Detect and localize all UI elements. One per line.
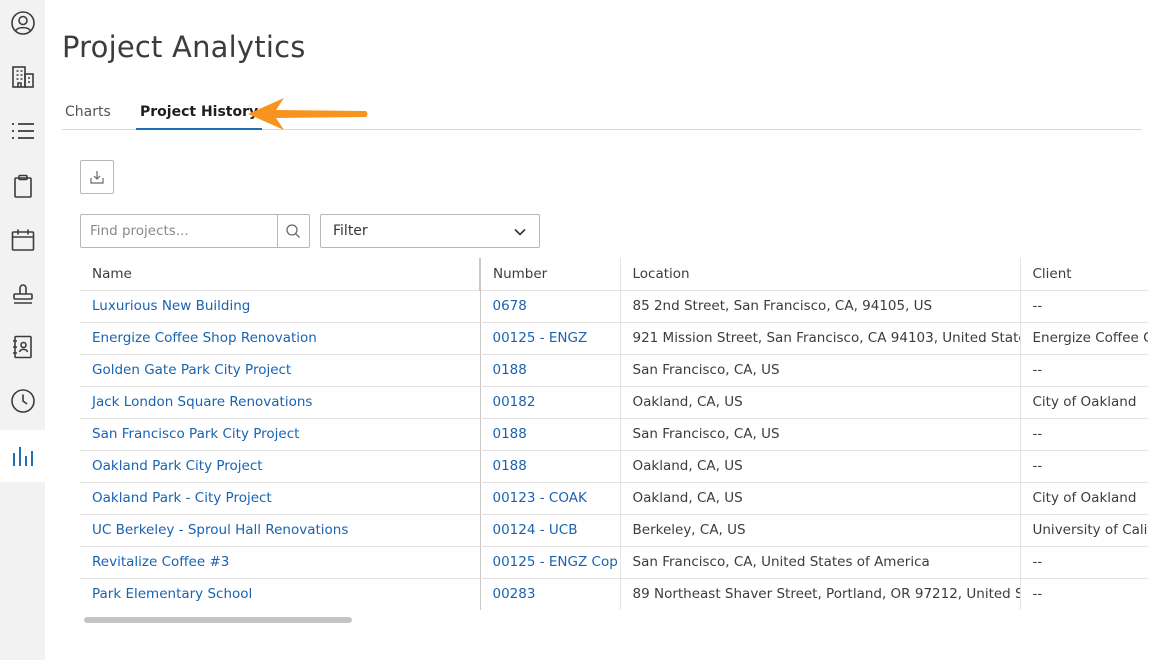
- address-book-icon: [12, 335, 32, 359]
- search-divider: [277, 215, 278, 247]
- horizontal-scrollbar[interactable]: [84, 617, 352, 623]
- project-client: University of Calif: [1020, 514, 1148, 547]
- project-location: 921 Mission Street, San Francisco, CA 94…: [620, 322, 1021, 355]
- project-location: San Francisco, CA, US: [620, 418, 1021, 451]
- list-icon: [11, 123, 34, 139]
- export-icon: [90, 171, 104, 184]
- project-name-link[interactable]: Revitalize Coffee #3: [80, 546, 481, 579]
- project-number-link[interactable]: 00124 - UCB: [480, 514, 621, 547]
- user-circle-icon: [10, 11, 35, 35]
- project-client: --: [1020, 578, 1148, 610]
- project-number-link[interactable]: 00125 - ENGZ: [480, 322, 621, 355]
- tab-bar: Charts Project History: [62, 96, 1142, 130]
- page-title: Project Analytics: [62, 30, 306, 64]
- search-input[interactable]: [81, 215, 277, 247]
- table-row: Jack London Square Renovations 00182 Oak…: [80, 386, 1148, 419]
- project-name-link[interactable]: Energize Coffee Shop Renovation: [80, 322, 481, 355]
- project-number-link[interactable]: 0678: [480, 290, 621, 323]
- project-location: Oakland, CA, US: [620, 482, 1021, 515]
- table-row: Energize Coffee Shop Renovation 00125 - …: [80, 322, 1148, 355]
- tab-project-history[interactable]: Project History: [136, 104, 263, 130]
- table-row: UC Berkeley - Sproul Hall Renovations 00…: [80, 514, 1148, 547]
- project-location: San Francisco, CA, US: [620, 354, 1021, 387]
- search-box: [80, 214, 310, 248]
- table-row: Oakland Park City Project 0188 Oakland, …: [80, 450, 1148, 483]
- stamp-icon: [12, 284, 33, 304]
- project-number-link[interactable]: 0188: [480, 354, 621, 387]
- export-button[interactable]: [80, 160, 114, 194]
- table-row: Luxurious New Building 0678 85 2nd Stree…: [80, 290, 1148, 323]
- sidebar-item-history[interactable]: [0, 375, 45, 427]
- project-number-link[interactable]: 00182: [480, 386, 621, 419]
- project-name-link[interactable]: Park Elementary School: [80, 578, 481, 610]
- search-icon[interactable]: [285, 223, 301, 239]
- project-client: City of Oakland: [1020, 386, 1148, 419]
- clock-icon: [10, 389, 35, 413]
- project-name-link[interactable]: San Francisco Park City Project: [80, 418, 481, 451]
- table-header-row: Name Number Location Client: [80, 258, 1148, 291]
- column-header-location[interactable]: Location: [620, 258, 1021, 291]
- table-row: Park Elementary School 00283 89 Northeas…: [80, 578, 1148, 610]
- project-client: --: [1020, 450, 1148, 483]
- projects-table: Name Number Location Client Luxurious Ne…: [80, 258, 1148, 610]
- project-client: City of Oakland: [1020, 482, 1148, 515]
- project-name-link[interactable]: Oakland Park City Project: [80, 450, 481, 483]
- column-header-client[interactable]: Client: [1020, 258, 1148, 291]
- project-number-link[interactable]: 0188: [480, 418, 621, 451]
- sidebar-item-companies[interactable]: [0, 51, 45, 103]
- table-row: Revitalize Coffee #3 00125 - ENGZ Cop Sa…: [80, 546, 1148, 579]
- calendar-icon: [11, 229, 34, 251]
- project-location: Oakland, CA, US: [620, 450, 1021, 483]
- project-location: Berkeley, CA, US: [620, 514, 1021, 547]
- project-location: 89 Northeast Shaver Street, Portland, OR…: [620, 578, 1021, 610]
- sidebar-item-calendar[interactable]: [0, 214, 45, 266]
- sidebar-item-directory[interactable]: [0, 321, 45, 373]
- project-number-link[interactable]: 00125 - ENGZ Cop: [480, 546, 621, 579]
- table-row: San Francisco Park City Project 0188 San…: [80, 418, 1148, 451]
- sidebar-item-list[interactable]: [0, 105, 45, 157]
- left-sidebar: [0, 0, 45, 660]
- filter-label: Filter: [333, 223, 368, 239]
- annotation-arrow-icon: [248, 98, 368, 130]
- filter-dropdown[interactable]: Filter: [320, 214, 540, 248]
- project-client: --: [1020, 290, 1148, 323]
- project-client: Energize Coffee Co: [1020, 322, 1148, 355]
- sidebar-item-clipboard[interactable]: [0, 160, 45, 212]
- chevron-down-icon: [514, 228, 526, 236]
- sidebar-item-analytics[interactable]: [0, 430, 45, 482]
- project-name-link[interactable]: Jack London Square Renovations: [80, 386, 481, 419]
- column-header-name[interactable]: Name: [80, 258, 481, 291]
- project-location: San Francisco, CA, United States of Amer…: [620, 546, 1021, 579]
- project-client: --: [1020, 354, 1148, 387]
- project-client: --: [1020, 418, 1148, 451]
- clipboard-icon: [13, 174, 32, 198]
- table-row: Golden Gate Park City Project 0188 San F…: [80, 354, 1148, 387]
- project-name-link[interactable]: Luxurious New Building: [80, 290, 481, 323]
- project-number-link[interactable]: 0188: [480, 450, 621, 483]
- building-icon: [11, 66, 34, 88]
- project-name-link[interactable]: Golden Gate Park City Project: [80, 354, 481, 387]
- project-location: Oakland, CA, US: [620, 386, 1021, 419]
- project-name-link[interactable]: Oakland Park - City Project: [80, 482, 481, 515]
- tab-charts[interactable]: Charts: [65, 104, 111, 130]
- sidebar-item-profile[interactable]: [0, 0, 45, 49]
- sidebar-item-stamp[interactable]: [0, 267, 45, 319]
- column-header-number[interactable]: Number: [480, 258, 621, 291]
- table-row: Oakland Park - City Project 00123 - COAK…: [80, 482, 1148, 515]
- project-client: --: [1020, 546, 1148, 579]
- project-number-link[interactable]: 00283: [480, 578, 621, 610]
- project-name-link[interactable]: UC Berkeley - Sproul Hall Renovations: [80, 514, 481, 547]
- project-number-link[interactable]: 00123 - COAK: [480, 482, 621, 515]
- project-location: 85 2nd Street, San Francisco, CA, 94105,…: [620, 290, 1021, 323]
- analytics-icon: [12, 447, 33, 466]
